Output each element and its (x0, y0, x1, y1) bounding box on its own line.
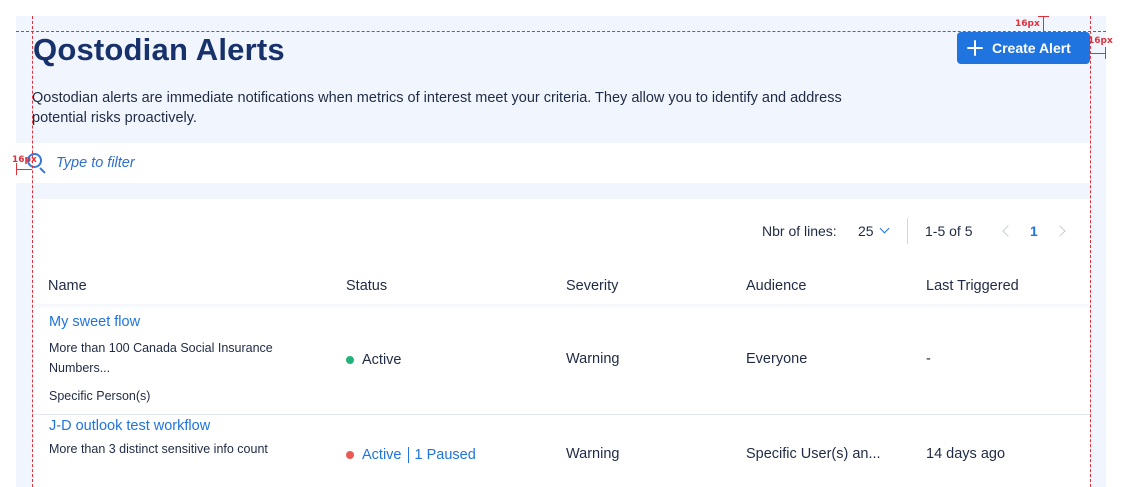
spacing-marker-top (1043, 16, 1044, 32)
alerts-table: Nbr of lines: 25 1-5 of 5 1 Name Status … (32, 199, 1090, 487)
spacing-marker-right-cap (1105, 47, 1106, 59)
table-row[interactable]: J-D outlook test workflow More than 3 di… (32, 416, 1090, 487)
page-title: Qostodian Alerts (33, 32, 285, 67)
page-range: 1-5 of 5 (925, 223, 973, 239)
spacing-label-top: 16px (1015, 19, 1040, 29)
pagination-divider (907, 218, 908, 244)
status-text: Active (362, 352, 402, 368)
audience-cell: Everyone (746, 351, 808, 367)
table-row[interactable]: My sweet flow More than 100 Canada Socia… (32, 311, 1090, 415)
filter-input[interactable] (56, 155, 456, 171)
column-header-status[interactable]: Status (346, 278, 387, 294)
create-alert-label: Create Alert (992, 40, 1071, 56)
severity-cell: Warning (566, 351, 620, 367)
last-triggered-cell: - (926, 351, 931, 367)
chevron-left-icon[interactable] (1002, 225, 1014, 237)
alert-target: Specific Person(s) (49, 389, 151, 403)
column-header-severity[interactable]: Severity (566, 278, 618, 294)
create-alert-button[interactable]: Create Alert (957, 32, 1090, 64)
guide-line-left (32, 16, 33, 487)
status-dot (346, 356, 354, 364)
plus-icon (967, 40, 983, 56)
page-description: Qostodian alerts are immediate notificat… (32, 90, 842, 126)
column-header-audience[interactable]: Audience (746, 278, 806, 294)
spacing-marker-right (1090, 53, 1106, 54)
current-page-number[interactable]: 1 (1030, 223, 1038, 239)
audience-cell: Specific User(s) an... (746, 446, 881, 462)
pagination-bar: Nbr of lines: 25 1-5 of 5 1 (32, 218, 1090, 244)
alert-name-link[interactable]: My sweet flow (49, 314, 140, 330)
last-triggered-cell: 14 days ago (926, 446, 1006, 462)
header-shadow (32, 304, 1090, 310)
severity-cell: Warning (566, 446, 620, 462)
guide-line-right (1090, 16, 1091, 487)
spacing-marker-left (16, 169, 32, 170)
alerts-page: Qostodian Alerts Qostodian alerts are im… (16, 16, 1106, 487)
spacing-label-right: 16px (1088, 36, 1113, 46)
lines-per-page-label: Nbr of lines: (762, 223, 837, 239)
status-text[interactable]: Active (362, 447, 402, 463)
spacing-label-left: 16px (12, 155, 37, 165)
status-dot (346, 451, 354, 459)
guide-line-top (16, 31, 1106, 32)
alert-name-link[interactable]: J-D outlook test workflow (49, 418, 210, 434)
chevron-down-icon[interactable] (879, 223, 890, 234)
column-header-last-triggered[interactable]: Last Triggered (926, 278, 1019, 294)
status-separator (407, 447, 409, 463)
table-header: Name Status Severity Audience Last Trigg… (32, 274, 1090, 298)
status-cell[interactable]: Active 1 Paused (346, 447, 476, 463)
filter-bar (16, 143, 1090, 183)
alert-description: More than 100 Canada Social Insurance Nu… (49, 341, 273, 375)
lines-per-page-select[interactable]: 25 (858, 223, 874, 239)
spacing-marker-top-cap (1038, 16, 1049, 17)
status-cell: Active (346, 352, 402, 368)
status-extra[interactable]: 1 Paused (415, 447, 476, 463)
column-header-name[interactable]: Name (48, 278, 87, 294)
alert-description: More than 3 distinct sensitive info coun… (49, 442, 268, 456)
chevron-right-icon[interactable] (1054, 225, 1066, 237)
